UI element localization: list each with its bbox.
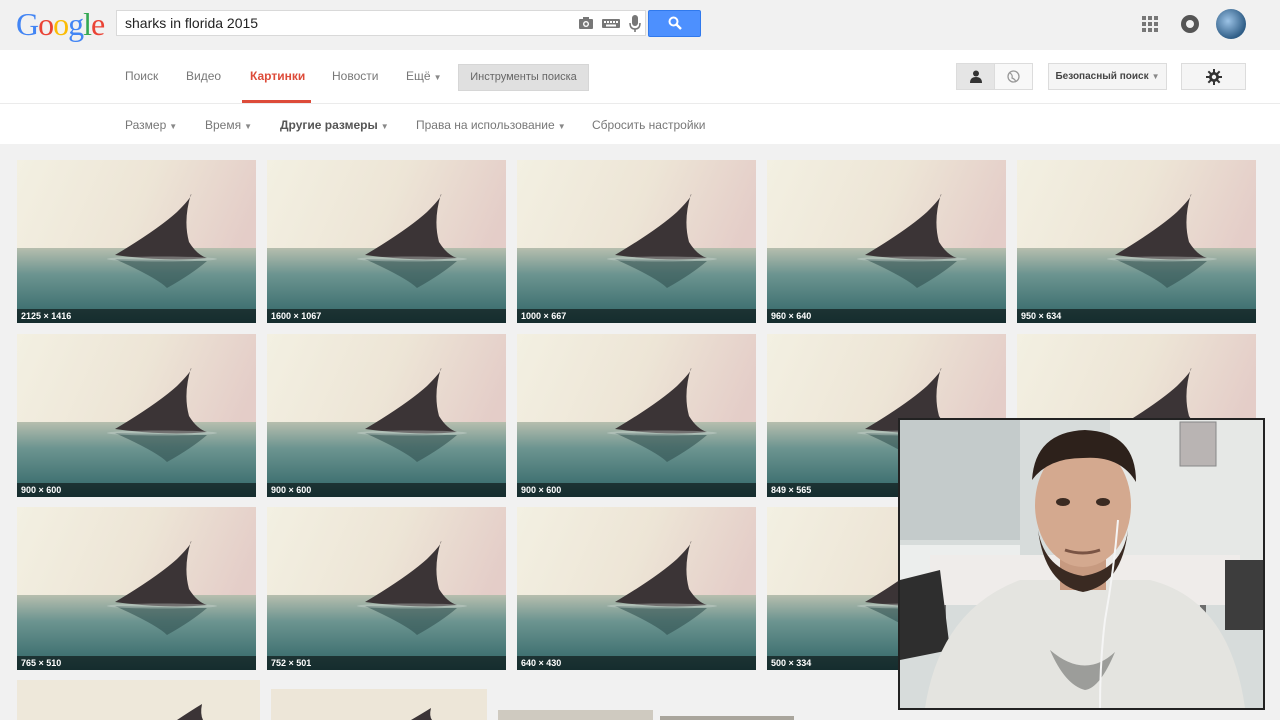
top-bar: Google [0,0,1280,50]
apps-grid-icon[interactable] [1142,16,1158,32]
chevron-down-icon: ▼ [169,122,178,131]
filter-other-sizes[interactable]: Другие размеры ▼ [280,118,389,132]
chevron-down-icon: ▼ [244,122,253,131]
gear-icon [1206,69,1222,90]
image-result[interactable] [498,710,653,720]
filter-usage-rights[interactable]: Права на использование ▼ [416,118,566,132]
person-icon [970,70,982,88]
image-result[interactable] [271,689,487,720]
search-tabs-bar: Поиск Видео Картинки Новости Ещё ▼ Инстру… [0,50,1280,104]
image-dimensions: 2125 × 1416 [17,309,256,323]
tab-news[interactable]: Новости [332,69,378,83]
image-result[interactable]: 1600 × 1067 [267,160,506,323]
microphone-icon[interactable] [627,15,643,32]
tab-video[interactable]: Видео [186,69,221,83]
image-result[interactable]: 640 × 430 [517,507,756,670]
image-result[interactable]: 900 × 600 [517,334,756,497]
safe-search-dropdown[interactable]: Безопасный поиск ▼ [1048,63,1167,90]
google-logo[interactable]: Google [16,6,105,43]
settings-button[interactable] [1181,63,1246,90]
filters-bar: Размер ▼ Время ▼ Другие размеры ▼ Права на … [0,104,1280,144]
image-dimensions: 752 × 501 [267,656,506,670]
image-result[interactable]: 1000 × 667 [517,160,756,323]
image-result[interactable]: 950 × 634 [1017,160,1256,323]
filter-time[interactable]: Время ▼ [205,118,252,132]
filter-reset[interactable]: Сбросить настройки [592,118,705,132]
avatar[interactable] [1216,9,1246,39]
image-result[interactable] [17,680,260,720]
chevron-down-icon: ▼ [1151,72,1160,81]
active-tab-indicator [242,100,311,103]
image-result[interactable]: 765 × 510 [17,507,256,670]
image-dimensions: 640 × 430 [517,656,756,670]
camera-icon[interactable] [578,15,594,31]
image-dimensions: 950 × 634 [1017,309,1256,323]
search-tools-button[interactable]: Инструменты поиска [458,64,589,91]
image-dimensions: 765 × 510 [17,656,256,670]
chevron-down-icon: ▼ [433,73,442,82]
image-result[interactable]: 900 × 600 [17,334,256,497]
image-dimensions: 900 × 600 [267,483,506,497]
chevron-down-icon: ▼ [557,122,566,131]
image-dimensions: 1000 × 667 [517,309,756,323]
global-results-toggle[interactable] [994,63,1033,90]
image-result[interactable]: 960 × 640 [767,160,1006,323]
search-icon [668,16,682,35]
search-button[interactable] [648,10,701,37]
filter-size[interactable]: Размер ▼ [125,118,177,132]
image-dimensions: 900 × 600 [517,483,756,497]
personal-results-toggle[interactable] [956,63,995,90]
image-dimensions: 960 × 640 [767,309,1006,323]
image-dimensions: 1600 × 1067 [267,309,506,323]
image-result[interactable]: 752 × 501 [267,507,506,670]
tab-more[interactable]: Ещё ▼ [406,69,441,83]
image-dimensions: 900 × 600 [17,483,256,497]
image-result[interactable]: 2125 × 1416 [17,160,256,323]
chevron-down-icon: ▼ [380,122,389,131]
webcam-overlay [898,418,1265,710]
globe-icon [1007,70,1020,88]
image-result[interactable]: 900 × 600 [267,334,506,497]
tab-images[interactable]: Картинки [250,69,305,83]
search-box [116,10,646,36]
notifications-icon[interactable] [1181,15,1199,33]
tab-search[interactable]: Поиск [125,69,158,83]
image-result[interactable] [660,716,794,720]
keyboard-icon[interactable] [602,15,620,31]
search-input[interactable] [125,15,565,31]
